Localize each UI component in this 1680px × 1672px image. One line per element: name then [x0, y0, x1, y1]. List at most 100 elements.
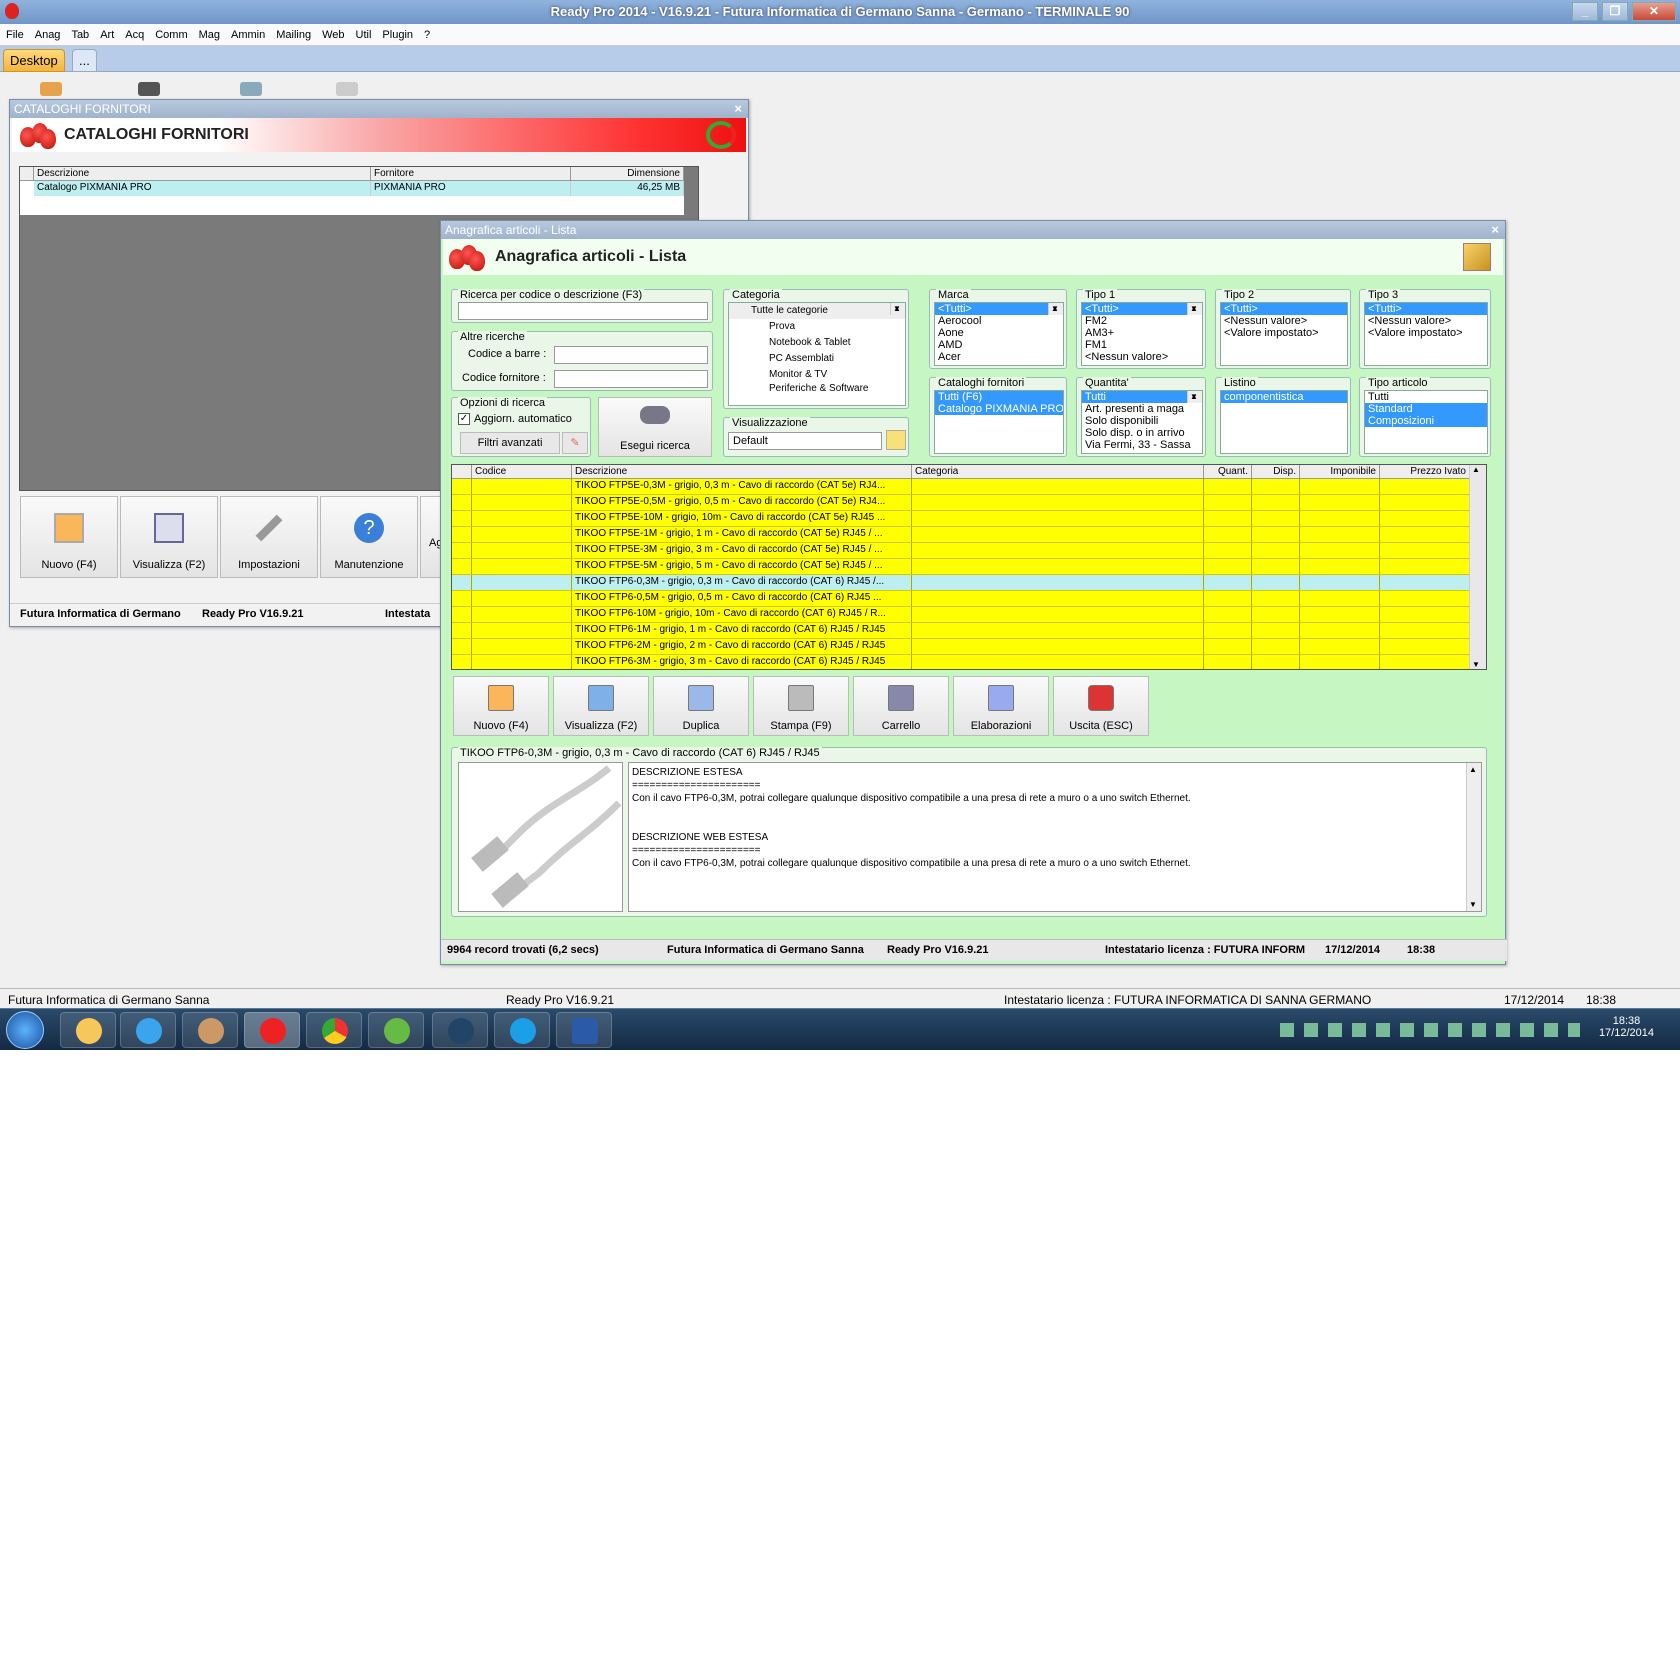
list-item[interactable]: Solo disponibili [1082, 415, 1202, 427]
menu-comm[interactable]: Comm [149, 24, 192, 41]
marca-list[interactable]: <Tutti> Aerocool Aone AMD Acer [934, 302, 1064, 366]
quantita-list[interactable]: Tutti Art. presenti a maga Solo disponibil… [1081, 390, 1203, 454]
list-item[interactable]: componentistica [1221, 391, 1347, 403]
tipo-articolo-list[interactable]: Tutti Standard Composizioni [1364, 390, 1488, 454]
list-item[interactable]: Tutti [1082, 391, 1202, 403]
menu-mailing[interactable]: Mailing [270, 24, 316, 41]
list-item[interactable]: <Nessun valore> [1365, 315, 1487, 327]
close-window-button[interactable]: × [734, 101, 742, 116]
table-row[interactable]: TIKOO FTP5E-1M - grigio, 1 m - Cavo di r… [452, 527, 1470, 543]
eraser-icon[interactable]: ✎ [562, 432, 588, 454]
scrollbar[interactable] [1048, 303, 1063, 315]
folder-icon[interactable] [886, 430, 906, 450]
chrome-taskbar-icon[interactable] [306, 1012, 362, 1048]
tab-desktop[interactable]: Desktop [3, 49, 65, 72]
scrollbar[interactable] [1466, 763, 1481, 911]
menu-file[interactable]: File [0, 24, 29, 41]
menu-art[interactable]: Art [94, 24, 119, 41]
uscita-button[interactable]: Uscita (ESC) [1053, 676, 1149, 736]
list-item[interactable]: Tutti (F6) [935, 391, 1063, 403]
column-header[interactable]: Descrizione [572, 465, 912, 479]
tipo1-list[interactable]: <Tutti> FM2 AM3+ FM1 <Nessun valore> [1081, 302, 1203, 366]
tipo3-list[interactable]: <Tutti> <Nessun valore> <Valore impostato> [1364, 302, 1488, 366]
list-item[interactable]: FM1 [1082, 339, 1202, 351]
column-header[interactable]: Prezzo Ivato [1380, 465, 1470, 479]
tab-more[interactable]: ... [72, 49, 97, 72]
readypro-taskbar-icon[interactable] [244, 1012, 300, 1048]
column-header[interactable]: Imponibile [1300, 465, 1380, 479]
menu-anag[interactable]: Anag [29, 24, 66, 41]
list-item[interactable]: Via Fermi, 33 - Sassa [1082, 439, 1202, 451]
cataloghi-list[interactable]: Tutti (F6) Catalogo PIXMANIA PRO [934, 390, 1064, 454]
clock-time[interactable]: 18:38 [1599, 1015, 1654, 1027]
skype-taskbar-icon[interactable] [494, 1012, 550, 1048]
list-item[interactable]: <Tutti> [935, 303, 1063, 315]
search-input[interactable] [458, 302, 708, 320]
list-item[interactable]: Catalogo PIXMANIA PRO [935, 403, 1063, 415]
list-item[interactable]: Standard [1365, 403, 1487, 415]
app-taskbar-icon[interactable] [182, 1012, 238, 1048]
tree-item[interactable]: Tutte le categorie [729, 303, 905, 319]
close-button[interactable]: ✕ [1632, 2, 1676, 21]
scrollbar[interactable] [1187, 303, 1202, 315]
outlook-taskbar-icon[interactable] [60, 1012, 116, 1048]
menu-web[interactable]: Web [316, 24, 349, 41]
app-taskbar-icon[interactable] [432, 1012, 488, 1048]
tray-icons[interactable] [1280, 1023, 1580, 1037]
list-item[interactable]: AM3+ [1082, 327, 1202, 339]
desktop-shortcut-icon[interactable] [40, 82, 62, 96]
impostazioni-button[interactable]: Impostazioni [220, 496, 318, 578]
tipo2-list[interactable]: <Tutti> <Nessun valore> <Valore impostato> [1220, 302, 1348, 366]
table-row[interactable]: TIKOO FTP5E-5M - grigio, 5 m - Cavo di r… [452, 559, 1470, 575]
column-header[interactable]: Disp. [1252, 465, 1300, 479]
list-item[interactable]: <Valore impostato> [1365, 327, 1487, 339]
table-row[interactable]: TIKOO FTP6-3M - grigio, 3 m - Cavo di ra… [452, 655, 1470, 669]
auto-update-checkbox[interactable]: ✓ [458, 413, 470, 425]
menu-tab[interactable]: Tab [65, 24, 94, 41]
list-item[interactable]: AMD [935, 339, 1063, 351]
list-item[interactable]: Aone [935, 327, 1063, 339]
list-item[interactable]: Tutti [1365, 391, 1487, 403]
visualizza-button[interactable]: Visualizza (F2) [553, 676, 649, 736]
column-header[interactable]: Codice [472, 465, 572, 479]
column-header[interactable]: Descrizione [34, 167, 371, 181]
list-item[interactable]: FM2 [1082, 315, 1202, 327]
list-item[interactable]: <Tutti> [1221, 303, 1347, 315]
listino-list[interactable]: componentistica [1220, 390, 1348, 454]
desktop-shortcut-icon[interactable] [240, 82, 262, 96]
tree-item[interactable]: Prova [729, 319, 905, 335]
start-button[interactable] [6, 1011, 44, 1049]
table-row[interactable]: TIKOO FTP6-1M - grigio, 1 m - Cavo di ra… [452, 623, 1470, 639]
scrollbar[interactable] [890, 303, 905, 315]
close-window-button[interactable]: × [1491, 222, 1499, 237]
table-row[interactable]: TIKOO FTP6-0,5M - grigio, 0,5 m - Cavo d… [452, 591, 1470, 607]
list-item[interactable]: Art. presenti a maga [1082, 403, 1202, 415]
column-header[interactable]: Dimensione [571, 167, 684, 181]
tree-item[interactable]: Notebook & Tablet [729, 335, 905, 351]
table-row[interactable]: TIKOO FTP5E-0,3M - grigio, 0,3 m - Cavo … [452, 479, 1470, 495]
word-taskbar-icon[interactable] [556, 1012, 612, 1048]
refresh-icon[interactable] [706, 121, 736, 149]
maximize-button[interactable]: ❐ [1602, 2, 1628, 21]
menu-mag[interactable]: Mag [193, 24, 225, 41]
desktop-shortcut-icon[interactable] [138, 82, 160, 96]
stampa-button[interactable]: Stampa (F9) [753, 676, 849, 736]
elaborazioni-button[interactable]: Elaborazioni [953, 676, 1049, 736]
visualizzazione-select[interactable]: Default [728, 432, 882, 450]
esegui-ricerca-button[interactable]: Esegui ricerca [598, 397, 712, 457]
duplica-button[interactable]: Duplica [653, 676, 749, 736]
table-row[interactable]: TIKOO FTP6-10M - grigio, 10m - Cavo di r… [452, 607, 1470, 623]
table-row[interactable]: Catalogo PIXMANIA PRO PIXMANIA PRO 46,25… [34, 181, 684, 196]
menu-help[interactable]: ? [418, 24, 435, 41]
menu-plugin[interactable]: Plugin [376, 24, 418, 41]
column-header[interactable]: Fornitore [371, 167, 571, 181]
list-item[interactable]: <Nessun valore> [1221, 315, 1347, 327]
nuovo-button[interactable]: Nuovo (F4) [20, 496, 118, 578]
list-item[interactable]: Composizioni [1365, 415, 1487, 427]
list-item[interactable]: Aerocool [935, 315, 1063, 327]
tree-item[interactable]: Periferiche & Software [729, 383, 905, 394]
list-item[interactable]: <Tutti> [1082, 303, 1202, 315]
menu-util[interactable]: Util [350, 24, 377, 41]
menu-acq[interactable]: Acq [119, 24, 149, 41]
minimize-button[interactable]: _ [1572, 2, 1598, 21]
